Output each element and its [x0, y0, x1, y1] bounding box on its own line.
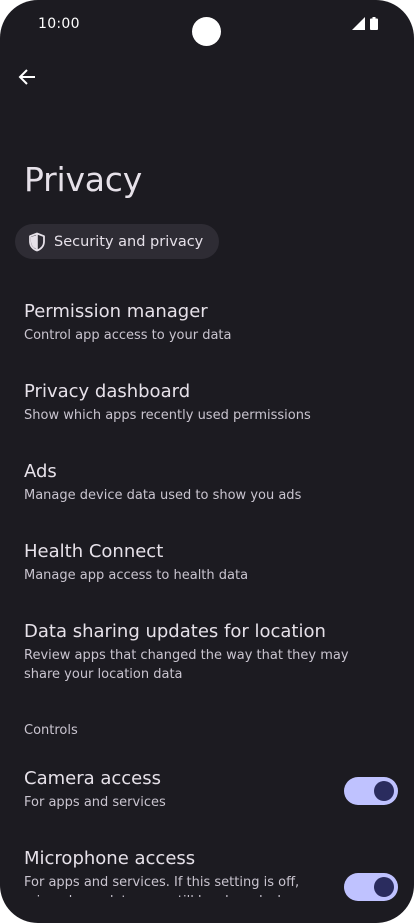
item-title: Ads: [24, 461, 57, 482]
item-subtitle: For apps and services. If this setting i…: [24, 875, 302, 897]
data-sharing-updates-item[interactable]: Data sharing updates for location Review…: [24, 620, 364, 684]
camera-access-row[interactable]: Camera access For apps and services: [24, 767, 398, 812]
back-button[interactable]: [10, 60, 44, 94]
item-title: Permission manager: [24, 301, 208, 322]
item-title: Health Connect: [24, 541, 164, 562]
chip-label: Security and privacy: [54, 233, 204, 250]
page-title: Privacy: [24, 160, 143, 199]
arrow-back-icon: [18, 69, 35, 85]
microphone-access-row[interactable]: Microphone access For apps and services.…: [24, 847, 398, 901]
shield-icon: [29, 232, 45, 251]
status-icons: [352, 17, 378, 30]
item-subtitle: Review apps that changed the way that th…: [24, 648, 349, 682]
item-subtitle: For apps and services: [24, 795, 166, 810]
item-title: Camera access: [24, 768, 162, 789]
controls-section-header: Controls: [24, 723, 78, 738]
privacy-dashboard-item[interactable]: Privacy dashboard Show which apps recent…: [24, 380, 390, 425]
camera-access-toggle[interactable]: [344, 777, 398, 805]
phone-screen: 10:00 Privacy Security and privacy Permi…: [0, 0, 414, 923]
item-title: Privacy dashboard: [24, 381, 191, 402]
permission-manager-item[interactable]: Permission manager Control app access to…: [24, 300, 390, 345]
signal-icon: [352, 17, 365, 30]
item-subtitle: Manage device data used to show you ads: [24, 488, 302, 503]
battery-icon: [370, 17, 378, 30]
status-time: 10:00: [38, 16, 80, 32]
item-subtitle: Show which apps recently used permission…: [24, 408, 311, 423]
item-subtitle: Manage app access to health data: [24, 568, 249, 583]
security-and-privacy-chip[interactable]: Security and privacy: [15, 224, 220, 259]
toggle-thumb: [374, 877, 394, 897]
toggle-thumb: [374, 781, 394, 801]
item-title: Data sharing updates for location: [24, 621, 326, 642]
item-title: Microphone access: [24, 848, 196, 869]
microphone-access-toggle[interactable]: [344, 873, 398, 901]
ads-item[interactable]: Ads Manage device data used to show you …: [24, 460, 390, 505]
health-connect-item[interactable]: Health Connect Manage app access to heal…: [24, 540, 390, 585]
item-subtitle: Control app access to your data: [24, 328, 232, 343]
camera-cutout: [192, 17, 221, 46]
status-bar: 10:00: [0, 0, 414, 50]
